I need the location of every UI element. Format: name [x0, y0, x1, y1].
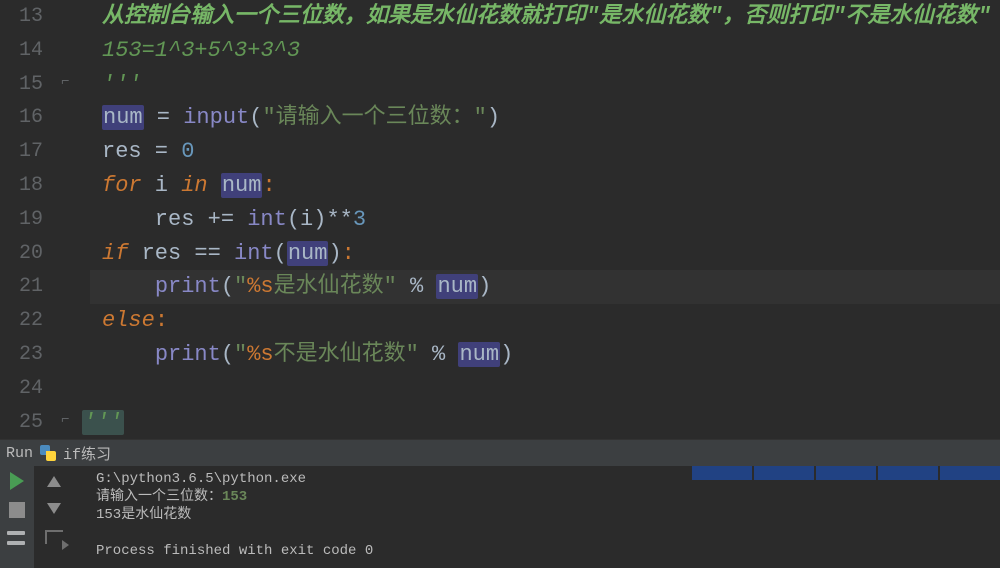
code-line-17: res = 0 — [102, 135, 194, 169]
up-stack-button[interactable] — [47, 476, 61, 487]
console-output[interactable]: G:\python3.6.5\python.exe 请输入一个三位数：153 1… — [74, 466, 1000, 568]
highlight-strips — [692, 466, 1000, 480]
code-line-25: ''' — [82, 406, 124, 440]
console-panel: G:\python3.6.5\python.exe 请输入一个三位数：153 1… — [0, 466, 1000, 568]
code-line-15: ''' — [102, 68, 142, 102]
down-stack-button[interactable] — [47, 503, 61, 514]
code-line-16: num = input("请输入一个三位数：") — [102, 101, 500, 135]
run-toolwindow-header[interactable]: Run if练习 — [0, 439, 1000, 466]
code-line-23: print("%s不是水仙花数" % num) — [102, 338, 513, 372]
code-line-13: 从控制台输入一个三位数，如果是水仙花数就打印"是水仙花数"，否则打印"不是水仙花… — [102, 4, 991, 29]
run-label: Run — [6, 445, 33, 462]
code-editor[interactable]: 1314 1516 1718 1920 2122 2324 25 ⌐ ⌐ 从控制… — [0, 0, 1000, 439]
layout-button[interactable] — [7, 530, 27, 546]
code-line-14: 153=1^3+5^3+3^3 — [102, 34, 300, 68]
stop-button[interactable] — [9, 502, 25, 518]
result-text: 153是水仙花数 — [96, 506, 1000, 524]
fold-gutter: ⌐ ⌐ — [55, 0, 90, 439]
fold-start-icon[interactable]: ⌐ — [61, 412, 69, 428]
code-line-20: if res == int(num): — [102, 237, 355, 271]
code-line-21: print("%s是水仙花数" % num) — [102, 270, 491, 304]
code-line-19: res += int(i)**3 — [102, 203, 366, 237]
fold-end-icon[interactable]: ⌐ — [61, 74, 69, 90]
user-input: 153 — [222, 489, 247, 505]
soft-wrap-button[interactable] — [45, 530, 63, 544]
exit-text: Process finished with exit code 0 — [96, 542, 1000, 560]
run-config-name: if练习 — [63, 443, 111, 464]
code-line-18: for i in num: — [102, 169, 276, 203]
console-tool-column-2 — [34, 466, 74, 568]
code-line-22: else: — [102, 304, 168, 338]
line-number-gutter: 1314 1516 1718 1920 2122 2324 25 — [0, 0, 55, 439]
prompt-text: 请输入一个三位数： — [96, 489, 222, 505]
console-tool-column-1 — [0, 466, 34, 568]
python-icon — [39, 444, 57, 462]
rerun-button[interactable] — [10, 472, 24, 490]
